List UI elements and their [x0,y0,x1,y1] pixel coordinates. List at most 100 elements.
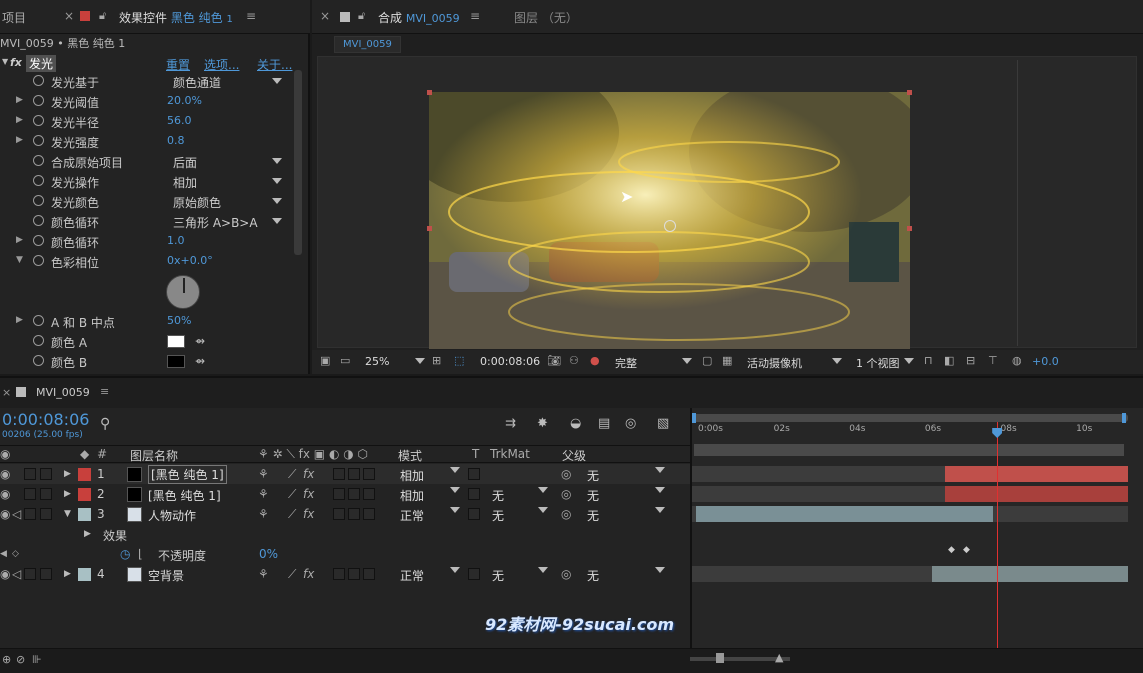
solo-toggle[interactable] [24,488,36,500]
parent-select[interactable]: 无 [587,567,599,584]
graph-editor-icon[interactable]: ▧ [657,416,669,431]
switch-box[interactable] [348,488,360,500]
preserve-transparency-toggle[interactable] [468,488,480,500]
col-trkmat[interactable]: TrkMat [490,447,530,461]
preserve-transparency-toggle[interactable] [468,508,480,520]
keyframe-icon[interactable]: ◆ [963,545,970,555]
trkmat-select[interactable]: 无 [492,507,504,524]
switch-box[interactable] [348,468,360,480]
snapshot-icon[interactable]: ⚇ [569,354,579,367]
property-value[interactable]: 0x+0.0° [167,254,213,267]
camera-select[interactable]: 活动摄像机 [747,355,802,371]
scrollbar[interactable] [294,70,302,255]
always-preview-icon[interactable]: ▣ [320,354,330,367]
fx-switch-icon[interactable]: fx [303,467,314,481]
layer-row[interactable]: ◉ ▶ 1 [黑色 纯色 1] ⚘ ⟋ fx 相加 ◎ 无 [0,464,690,484]
audio-icon[interactable]: ◁ [12,507,21,521]
quality-switch-icon[interactable]: ⟋ [288,567,296,582]
stopwatch-icon[interactable] [33,235,44,246]
chevron-down-icon[interactable] [450,567,460,573]
property-dropdown[interactable]: 后面 [173,154,197,171]
panel-menu-icon[interactable]: ≡ [246,9,256,23]
solo-toggle[interactable] [24,508,36,520]
col-mode[interactable]: 模式 [398,447,422,464]
chevron-down-icon[interactable] [538,487,548,493]
mode-select[interactable]: 相加 [400,467,424,484]
stopwatch-icon[interactable] [33,155,44,166]
chevron-down-icon[interactable] [655,487,665,493]
eye-icon[interactable]: ◉ [0,507,10,521]
expand-icon[interactable]: ▶ [64,569,71,579]
exposure-reset-icon[interactable]: ◍ [1012,354,1022,367]
switch-box[interactable] [363,568,375,580]
frame-blending-icon[interactable]: ▤ [598,416,610,431]
switch-box[interactable] [363,508,375,520]
expand-icon[interactable]: ▼ [16,255,23,265]
color-swatch[interactable] [167,355,185,368]
chevron-down-icon[interactable] [272,218,282,224]
draft-3d-icon[interactable]: ✸ [537,416,548,431]
layer-duration-bar[interactable] [696,506,993,522]
fx-switch-icon[interactable]: fx [303,567,314,581]
chevron-down-icon[interactable] [655,467,665,473]
timeline-graph-area[interactable]: 0:00s 02s 04s 06s 08s 10s ◆ ◆ [690,408,1143,673]
shy-switch-icon[interactable]: ⚘ [258,467,269,481]
eye-icon[interactable]: ◉ [0,567,10,581]
region-icon[interactable]: ⬚ [454,354,464,367]
zoom-in-icon[interactable]: ▲ [775,651,783,664]
layer-name[interactable]: 空背景 [148,567,184,584]
stopwatch-icon[interactable] [33,315,44,326]
chevron-down-icon[interactable] [272,198,282,204]
tab-layer[interactable]: 图层 （无） [514,9,578,26]
stopwatch-icon[interactable] [33,355,44,366]
quality-switch-icon[interactable]: ⟋ [288,467,296,482]
stopwatch-icon[interactable] [33,195,44,206]
lock-toggle[interactable] [40,508,52,520]
toggle-in-out-icon[interactable]: ⊪ [32,653,42,666]
chevron-down-icon[interactable] [538,567,548,573]
tab-timeline[interactable]: MVI_0059 [36,386,90,399]
solo-toggle[interactable] [24,468,36,480]
shy-switch-icon[interactable]: ⚘ [258,567,269,581]
effect-name[interactable]: 发光 [26,55,57,72]
shy-switch-icon[interactable]: ⚘ [258,487,269,501]
switch-box[interactable] [333,508,345,520]
chevron-down-icon[interactable] [272,78,282,84]
property-dropdown[interactable]: 原始颜色 [173,194,221,211]
preserve-transparency-toggle[interactable] [468,468,480,480]
layer-duration-bar[interactable] [931,566,1128,582]
layout-icon[interactable]: ⊓ [924,354,933,367]
effects-group-row[interactable]: ▶ 效果 [0,524,690,544]
stopwatch-icon[interactable]: ◷ [120,547,130,561]
chevron-down-icon[interactable] [655,567,665,573]
chevron-down-icon[interactable] [450,487,460,493]
quality-switch-icon[interactable]: ⟋ [288,487,296,502]
roi-icon[interactable]: ▢ [702,354,712,367]
fx-switch-icon[interactable]: fx [303,487,314,501]
label-color-swatch[interactable] [78,568,91,581]
fit-icon[interactable]: ⊞ [432,354,441,367]
chevron-down-icon[interactable] [904,358,914,364]
motion-blur-icon[interactable]: ◎ [625,416,636,431]
property-dropdown[interactable]: 颜色通道 [173,74,221,91]
pickwhip-icon[interactable]: ◎ [561,567,571,581]
expand-icon[interactable]: ▼ [2,57,8,66]
chevron-down-icon[interactable] [832,358,842,364]
bbox-handle[interactable] [907,226,912,231]
stopwatch-icon[interactable] [33,95,44,106]
timeline-icon[interactable]: ⊟ [966,354,975,367]
mode-select[interactable]: 正常 [400,507,424,524]
property-value[interactable]: 20.0% [167,94,202,107]
graph-icon[interactable]: ⌊ [138,547,143,561]
switch-box[interactable] [348,508,360,520]
property-value[interactable]: 56.0 [167,114,192,127]
prev-keyframe-icon[interactable]: ◀ [0,549,7,559]
quality-switch-icon[interactable]: ⟋ [288,507,296,522]
trkmat-select[interactable]: 无 [492,567,504,584]
toggle-modes-icon[interactable]: ⊘ [16,653,25,666]
switch-box[interactable] [363,468,375,480]
label-color-swatch[interactable] [78,488,91,501]
exposure-value[interactable]: +0.0 [1032,355,1059,368]
stopwatch-icon[interactable] [33,115,44,126]
lock-icon[interactable]: 🔓︎ [358,9,365,23]
